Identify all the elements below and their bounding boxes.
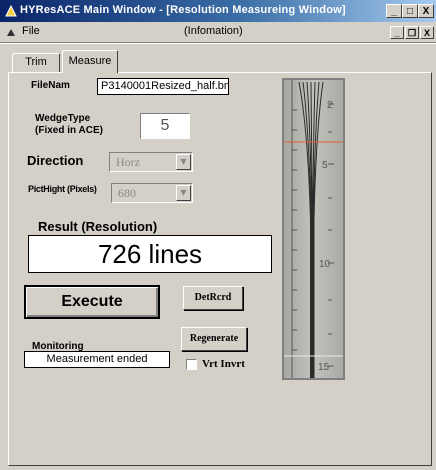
menu-file[interactable]: File — [22, 25, 40, 37]
chevron-down-icon[interactable]: ▼ — [176, 185, 191, 201]
menu-bar: File (Infomation) _ ❐ X — [0, 22, 436, 42]
wedge-image: 2 5 10 15 — [282, 78, 345, 380]
window-title: HYResACE Main Window - [Resolution Measu… — [20, 4, 346, 16]
maximize-button[interactable]: □ — [402, 4, 418, 18]
result-value: 726 lines — [28, 235, 272, 273]
direction-value: Horz — [116, 155, 140, 169]
vrt-invert-checkbox[interactable] — [186, 359, 197, 370]
filename-field[interactable]: P3140001Resized_half.bmp — [97, 78, 229, 95]
monitoring-status: Measurement ended — [24, 351, 170, 368]
wedge-type-label: WedgeType (Fixed in ACE) — [35, 113, 103, 137]
child-window-icon[interactable] — [6, 27, 18, 37]
child-restore-button[interactable]: ❐ — [405, 26, 419, 39]
close-button[interactable]: X — [418, 4, 434, 18]
pict-height-value: 680 — [118, 186, 136, 200]
vrt-invert-label[interactable]: Vrt Invrt — [202, 358, 245, 370]
result-label: Result (Resolution) — [38, 219, 158, 234]
execute-button[interactable]: Execute — [24, 285, 160, 319]
child-minimize-button[interactable]: _ — [390, 26, 404, 39]
tab-measure[interactable]: Measure — [62, 50, 118, 73]
pict-height-label: PictHight (Pixels) — [28, 184, 97, 194]
filename-label: FileNam — [31, 80, 70, 91]
detrcrd-button[interactable]: DetRcrd — [183, 286, 243, 310]
chevron-down-icon[interactable]: ▼ — [176, 154, 191, 170]
regenerate-button[interactable]: Regenerate — [181, 327, 247, 351]
wedge-scale-label: 15 — [318, 362, 330, 373]
menu-information[interactable]: (Infomation) — [184, 25, 243, 37]
tab-trim[interactable]: Trim — [12, 53, 60, 72]
child-close-button[interactable]: X — [420, 26, 434, 39]
wedge-type-label-line2: (Fixed in ACE) — [35, 125, 103, 136]
wedge-scale-label: 2 — [327, 100, 333, 111]
title-bar[interactable]: HYResACE Main Window - [Resolution Measu… — [0, 0, 436, 22]
app-icon — [5, 4, 17, 17]
minimize-button[interactable]: _ — [386, 4, 402, 18]
wedge-type-label-line1: WedgeType — [35, 113, 91, 124]
wedge-scale-label: 10 — [319, 259, 331, 270]
wedge-scale-label: 5 — [322, 160, 328, 171]
wedge-type-field: 5 — [140, 113, 190, 139]
direction-label: Direction — [27, 153, 84, 168]
direction-select[interactable]: Horz ▼ — [109, 152, 193, 172]
pict-height-select[interactable]: 680 ▼ — [111, 183, 193, 203]
menu-separator — [0, 42, 436, 44]
